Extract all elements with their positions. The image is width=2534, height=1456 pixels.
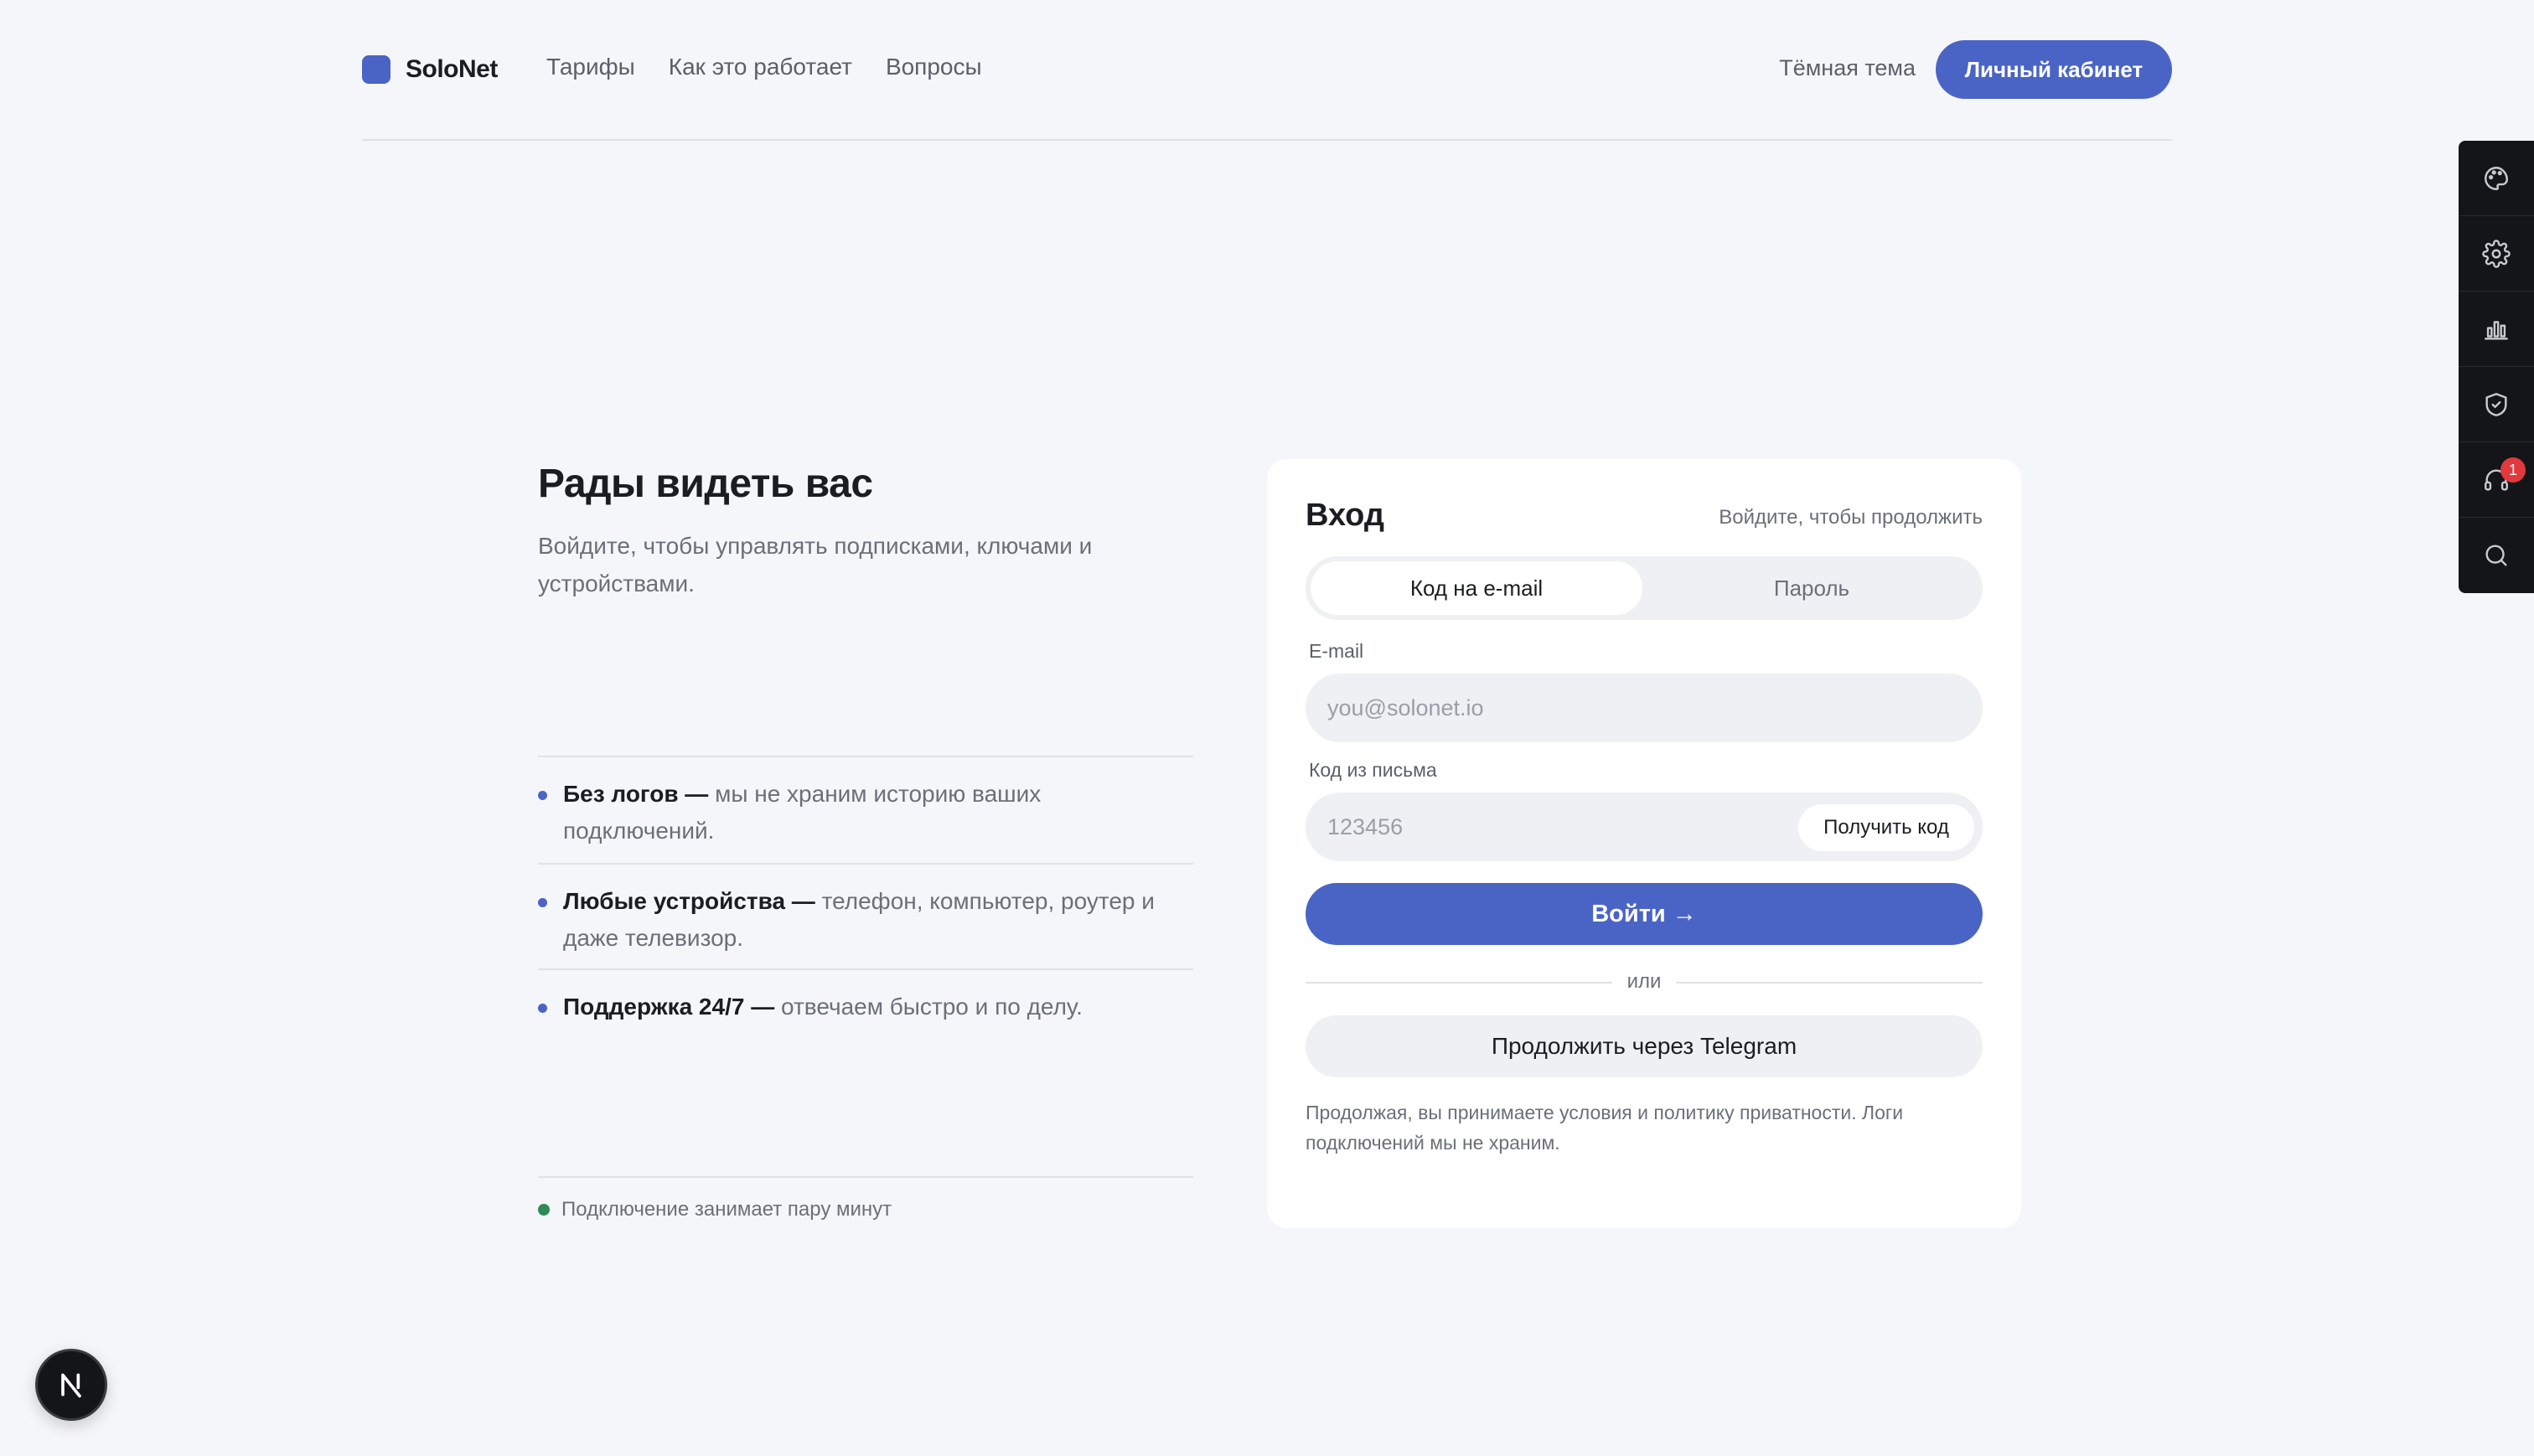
chart-icon [2485, 320, 2508, 340]
bullet-dot-icon [538, 791, 547, 800]
telegram-login-button[interactable]: Продолжить через Telegram [1306, 1015, 1983, 1077]
get-code-button[interactable]: Получить код [1798, 804, 1974, 851]
login-hint: Войдите, чтобы продолжить [1719, 506, 1983, 529]
search-button[interactable] [2459, 518, 2534, 593]
email-field[interactable] [1306, 674, 1983, 742]
feature-item: Без логов — мы не храним историю ваших п… [538, 756, 1193, 863]
feature-item: Любые устройства — телефон, компьютер, р… [538, 863, 1193, 968]
theme-toggle[interactable]: Тёмная тема [1779, 55, 1916, 81]
notification-badge: 1 [2500, 457, 2526, 483]
tab-password[interactable]: Пароль [1646, 561, 1978, 615]
status-text: Подключение занимает пару минут [561, 1198, 892, 1221]
shield-icon [2485, 392, 2507, 416]
status-dot-icon [538, 1204, 550, 1216]
login-method-switch: Код на e-mail Пароль [1306, 556, 1983, 620]
nav-link-faq[interactable]: Вопросы [886, 54, 982, 80]
hero-title: Рады видеть вас [538, 462, 873, 506]
login-button[interactable]: Войти → [1306, 883, 1983, 945]
code-label: Код из письма [1309, 759, 1437, 781]
tab-email-code[interactable]: Код на e-mail [1311, 561, 1642, 615]
login-title: Вход [1306, 498, 1384, 533]
support-button[interactable]: 1 [2459, 442, 2534, 518]
nextjs-logo-icon [61, 1373, 81, 1398]
palette-icon [2485, 166, 2508, 190]
email-label: E-mail [1309, 640, 1364, 662]
logo[interactable]: SoloNet [362, 55, 498, 84]
dev-toolbar: 1 [2459, 141, 2534, 593]
feature-list: Без логов — мы не храним историю ваших п… [538, 756, 1193, 1052]
security-button[interactable] [2459, 367, 2534, 442]
legal-note: Продолжая, вы принимаете условия и полит… [1306, 1102, 1904, 1154]
or-divider: или [1306, 965, 1983, 999]
nextjs-devtools-button[interactable] [35, 1349, 107, 1421]
site-header: SoloNet Тарифы Как это работает Вопросы … [362, 0, 2172, 141]
feature-text: отвечаем быстро и по делу. [774, 994, 1083, 1020]
hero-subtitle: Войдите, чтобы управлять подписками, клю… [538, 533, 1093, 596]
gear-icon [2482, 239, 2511, 268]
account-button[interactable]: Личный кабинет [1936, 40, 2172, 99]
feature-title: Любые устройства — [563, 888, 815, 914]
nav-link-pricing[interactable]: Тарифы [546, 54, 635, 80]
main-nav: Тарифы Как это работает Вопросы [546, 54, 982, 80]
feature-title: Без логов — [563, 781, 709, 807]
nav-link-how-it-works[interactable]: Как это работает [669, 54, 852, 80]
page: SoloNet Тарифы Как это работает Вопросы … [0, 0, 2534, 1456]
bullet-dot-icon [538, 1004, 547, 1013]
search-icon [2485, 545, 2507, 566]
palette-button[interactable] [2459, 141, 2534, 216]
brand-name: SoloNet [406, 55, 498, 83]
analytics-button[interactable] [2459, 292, 2534, 367]
settings-button[interactable] [2459, 216, 2534, 292]
logo-mark-icon [362, 55, 390, 84]
divider-line [1676, 982, 1983, 984]
connection-status: Подключение занимает пару минут [538, 1176, 1193, 1221]
feature-item: Поддержка 24/7 — отвечаем быстро и по де… [538, 968, 1193, 1052]
login-card: Вход Войдите, чтобы продолжить Код на e-… [1267, 459, 2021, 1228]
bullet-dot-icon [538, 898, 547, 907]
hero: Рады видеть вас Войдите, чтобы управлять… [538, 461, 1193, 602]
feature-title: Поддержка 24/7 — [563, 994, 775, 1020]
